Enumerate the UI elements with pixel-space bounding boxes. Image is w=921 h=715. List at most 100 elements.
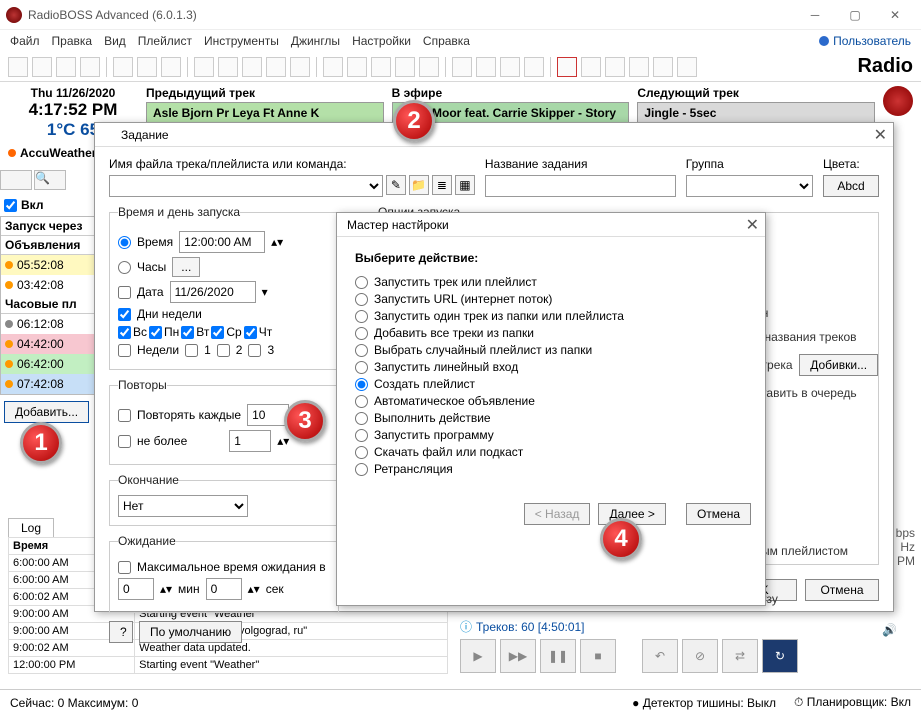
wand-button[interactable]: ✎ xyxy=(386,175,406,195)
next-track[interactable]: Jingle - 5sec xyxy=(637,102,875,124)
wizard-radio[interactable] xyxy=(355,446,368,459)
tb-p[interactable] xyxy=(629,57,649,77)
wizard-radio[interactable] xyxy=(355,327,368,340)
weeks-checkbox[interactable] xyxy=(118,344,131,357)
back-button[interactable]: < Назад xyxy=(524,503,591,525)
close-button[interactable]: ✕ xyxy=(875,1,915,29)
tb-copy[interactable] xyxy=(137,57,157,77)
wizard-radio[interactable] xyxy=(355,429,368,442)
wizard-radio[interactable] xyxy=(355,293,368,306)
menu-playlist[interactable]: Плейлист xyxy=(138,34,192,48)
pick-button[interactable]: ▦ xyxy=(455,175,475,195)
log-row[interactable]: 12:00:00 PMStarting event "Weather" xyxy=(9,657,448,674)
dow-wed[interactable] xyxy=(211,326,224,339)
tb-d[interactable] xyxy=(266,57,286,77)
menu-help[interactable]: Справка xyxy=(423,34,470,48)
task-close-button[interactable]: ✕ xyxy=(874,125,887,145)
end-combo[interactable]: Нет xyxy=(118,495,248,517)
list-button[interactable]: ≣ xyxy=(432,175,452,195)
wizard-radio[interactable] xyxy=(355,395,368,408)
hours-button[interactable]: ... xyxy=(172,257,200,277)
tab-1[interactable] xyxy=(0,170,32,190)
date-input[interactable] xyxy=(170,281,256,303)
wizard-radio[interactable] xyxy=(355,412,368,425)
user-link[interactable]: Пользователь xyxy=(819,34,911,48)
volume-icon[interactable]: 🔊 xyxy=(882,623,897,637)
w2[interactable] xyxy=(217,344,230,357)
menu-jingles[interactable]: Джинглы xyxy=(291,34,340,48)
globe-icon[interactable] xyxy=(605,57,625,77)
dow-sun[interactable] xyxy=(118,326,131,339)
tb-l[interactable] xyxy=(476,57,496,77)
spinner-icon[interactable]: ▴▾ xyxy=(248,582,260,596)
file-combo[interactable] xyxy=(109,175,383,197)
taskname-input[interactable] xyxy=(485,175,676,197)
w1[interactable] xyxy=(185,344,198,357)
wizard-radio[interactable] xyxy=(355,378,368,391)
sched-row[interactable]: 03:42:08 xyxy=(1,275,109,295)
tb-i[interactable] xyxy=(395,57,415,77)
w3[interactable] xyxy=(248,344,261,357)
play-button[interactable]: ▶ xyxy=(460,639,496,673)
tb-q[interactable] xyxy=(653,57,673,77)
sched-row[interactable]: 05:52:08 xyxy=(1,255,109,275)
group-combo[interactable] xyxy=(686,175,813,197)
record-icon[interactable] xyxy=(557,57,577,77)
wizard-radio[interactable] xyxy=(355,361,368,374)
tb-open[interactable] xyxy=(32,57,52,77)
tb-eq[interactable] xyxy=(581,57,601,77)
wait-checkbox[interactable] xyxy=(118,561,131,574)
time-radio[interactable] xyxy=(118,236,131,249)
pause-button[interactable]: ❚❚ xyxy=(540,639,576,673)
tb-m[interactable] xyxy=(500,57,520,77)
tb-b[interactable] xyxy=(218,57,238,77)
menu-file[interactable]: Файл xyxy=(10,34,40,48)
wizard-radio[interactable] xyxy=(355,463,368,476)
tb-cut[interactable] xyxy=(113,57,133,77)
minimize-button[interactable]: ─ xyxy=(795,1,835,29)
next-button[interactable]: ▶▶ xyxy=(500,639,536,673)
deny-button[interactable]: ⊘ xyxy=(682,639,718,673)
dow-tue[interactable] xyxy=(181,326,194,339)
sched-row[interactable]: 06:42:00 xyxy=(1,354,109,374)
sched-row[interactable]: 07:42:08 xyxy=(1,374,109,394)
wizard-radio[interactable] xyxy=(355,276,368,289)
spinner-icon[interactable]: ▴▾ xyxy=(271,235,283,249)
tb-e[interactable] xyxy=(290,57,310,77)
tab-search[interactable]: 🔍 xyxy=(34,170,66,190)
log-tab[interactable]: Log xyxy=(8,518,54,537)
nomore-checkbox[interactable] xyxy=(118,435,131,448)
tb-k[interactable] xyxy=(452,57,472,77)
menu-settings[interactable]: Настройки xyxy=(352,34,411,48)
prev-track[interactable]: Asle Bjorn Pr Leya Ft Anne K xyxy=(146,102,384,124)
defaults-button[interactable]: По умолчанию xyxy=(139,621,242,643)
spinner-icon[interactable]: ▴▾ xyxy=(160,582,172,596)
tb-a[interactable] xyxy=(194,57,214,77)
speaker-icon[interactable] xyxy=(677,57,697,77)
time-input[interactable] xyxy=(179,231,265,253)
nomore-input[interactable] xyxy=(229,430,271,452)
tb-g[interactable] xyxy=(347,57,367,77)
tb-saveas[interactable] xyxy=(80,57,100,77)
sched-row[interactable]: 06:12:08 xyxy=(1,314,109,334)
shuffle-button[interactable]: ⇄ xyxy=(722,639,758,673)
colors-button[interactable]: Abcd xyxy=(823,175,879,197)
wizard-radio[interactable] xyxy=(355,310,368,323)
fillers-button[interactable]: Добивки... xyxy=(799,354,878,376)
menu-tools[interactable]: Инструменты xyxy=(204,34,279,48)
tb-new[interactable] xyxy=(8,57,28,77)
tb-save[interactable] xyxy=(56,57,76,77)
wizard-close-button[interactable]: ✕ xyxy=(746,215,759,235)
dow-thu[interactable] xyxy=(244,326,257,339)
menu-view[interactable]: Вид xyxy=(104,34,126,48)
wizard-radio[interactable] xyxy=(355,344,368,357)
repeat-input[interactable] xyxy=(247,404,289,426)
spinner-icon[interactable]: ▴▾ xyxy=(277,434,289,448)
tb-c[interactable] xyxy=(242,57,262,77)
stop-button[interactable]: ■ xyxy=(580,639,616,673)
undo-button[interactable]: ↶ xyxy=(642,639,678,673)
add-button[interactable]: Добавить... xyxy=(4,401,89,423)
date-checkbox[interactable] xyxy=(118,286,131,299)
help-button[interactable]: ? xyxy=(109,621,133,643)
wait-min-input[interactable] xyxy=(118,578,154,600)
